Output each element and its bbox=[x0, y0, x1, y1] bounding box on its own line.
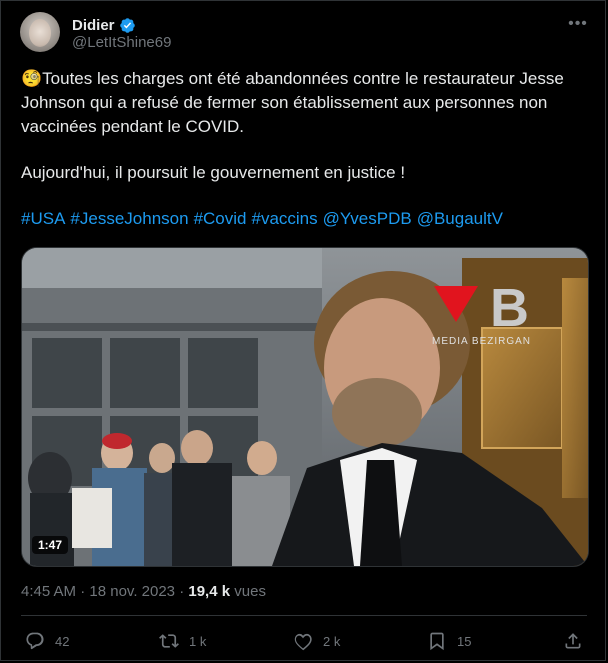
like-count: 2 k bbox=[323, 633, 341, 649]
mention-link[interactable]: @YvesPDB bbox=[323, 209, 412, 228]
tweet-time[interactable]: 4:45 AM bbox=[21, 583, 76, 600]
verified-badge-icon bbox=[119, 17, 135, 33]
author-handle[interactable]: @LetItShine69 bbox=[72, 34, 171, 51]
bookmark-button[interactable]: 15 bbox=[427, 631, 471, 651]
more-options-icon[interactable]: ••• bbox=[567, 13, 589, 35]
avatar-face bbox=[29, 19, 51, 47]
meta-separator: · bbox=[179, 583, 185, 600]
repost-button[interactable]: 1 k bbox=[159, 631, 206, 651]
hashtag-link[interactable]: #JesseJohnson bbox=[70, 209, 188, 228]
action-bar: 42 1 k 2 k 15 bbox=[21, 625, 587, 659]
tweet-card[interactable]: Didier @LetItShine69 ••• 🧐Toutes les cha… bbox=[0, 0, 606, 661]
repost-count: 1 k bbox=[189, 633, 207, 649]
reply-count: 42 bbox=[55, 633, 70, 649]
bookmark-icon bbox=[430, 632, 444, 651]
tweet-metadata: 4:45 AM · 18 nov. 2023 · 19,4 k vues bbox=[21, 583, 266, 600]
mention-link[interactable]: @BugaultV bbox=[417, 209, 503, 228]
watermark-text: MEDIA BEZIRGAN bbox=[432, 336, 532, 347]
video-player[interactable]: B MEDIA BEZIRGAN 1:47 bbox=[21, 247, 589, 567]
reply-button[interactable]: 42 bbox=[25, 631, 69, 651]
like-button[interactable]: 2 k bbox=[293, 631, 340, 651]
views-label: vues bbox=[234, 583, 266, 600]
bookmark-count: 15 bbox=[457, 633, 472, 649]
tweet-text: 🧐Toutes les charges ont été abandonnées … bbox=[21, 67, 587, 231]
hashtag-link[interactable]: #USA bbox=[21, 209, 65, 228]
views-count[interactable]: 19,4 k bbox=[188, 583, 230, 600]
tweet-date[interactable]: 18 nov. 2023 bbox=[89, 583, 175, 600]
tweet-paragraph-2: Aujourd'hui, il poursuit le gouvernement… bbox=[21, 163, 406, 182]
paragraph-1-text: Toutes les charges ont été abandonnées c… bbox=[21, 69, 564, 136]
share-button[interactable] bbox=[563, 631, 583, 651]
heart-icon bbox=[294, 633, 312, 651]
meta-separator: · bbox=[80, 583, 86, 600]
author-row: Didier bbox=[72, 15, 136, 35]
share-icon bbox=[565, 633, 581, 649]
emoji: 🧐 bbox=[21, 69, 43, 88]
hashtag-link[interactable]: #Covid bbox=[194, 209, 247, 228]
author-name[interactable]: Didier bbox=[72, 17, 115, 34]
hashtag-line: #USA #JesseJohnson #Covid #vaccins @YvesPDB @… bbox=[21, 207, 587, 231]
repost-icon bbox=[159, 634, 179, 648]
divider bbox=[21, 615, 587, 616]
watermark-logo: B MEDIA BEZIRGAN bbox=[432, 280, 552, 350]
video-duration: 1:47 bbox=[32, 536, 69, 554]
hashtag-link[interactable]: #vaccins bbox=[251, 209, 317, 228]
avatar[interactable] bbox=[20, 12, 60, 52]
tweet-paragraph-1: 🧐Toutes les charges ont été abandonnées … bbox=[21, 67, 587, 139]
reply-icon bbox=[26, 632, 44, 650]
watermark-letter: B bbox=[490, 278, 529, 338]
